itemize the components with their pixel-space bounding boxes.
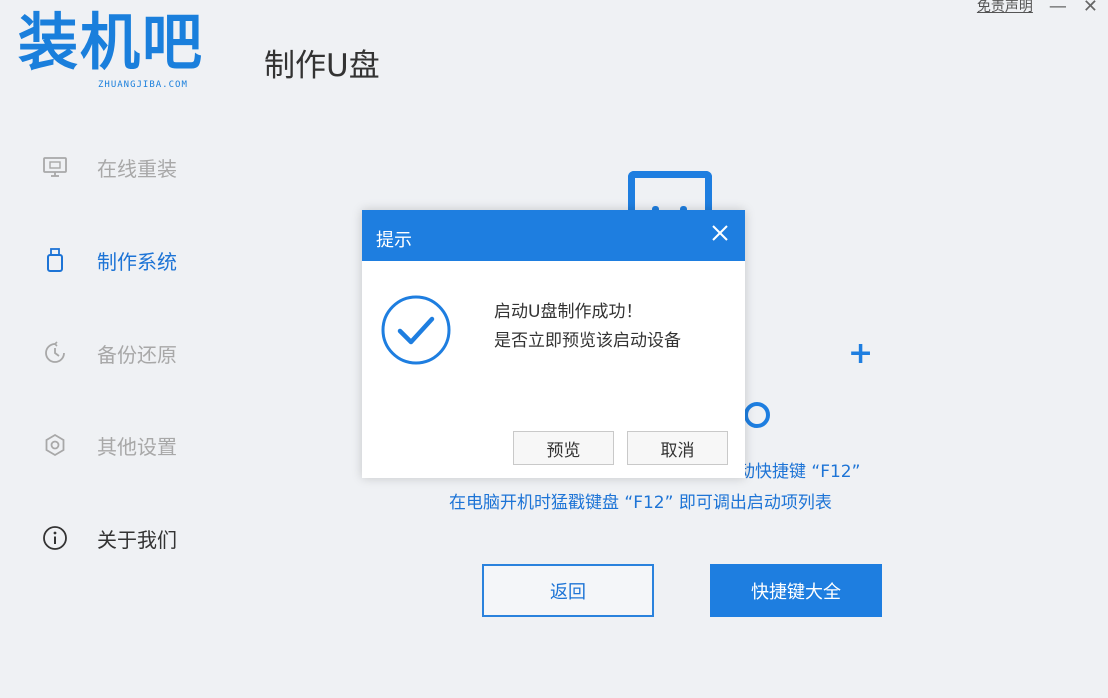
page-title: 制作U盘 (264, 48, 380, 84)
minimize-button[interactable]: — (1049, 0, 1067, 16)
sidebar-item-about-us[interactable]: 关于我们 (40, 518, 220, 558)
dialog-body: 启动U盘制作成功！ 是否立即预览该启动设备 预览 取消 (362, 261, 745, 478)
sidebar-item-label: 其他设置 (97, 434, 177, 459)
sidebar-item-label: 在线重装 (97, 156, 177, 181)
check-circle-icon (380, 294, 452, 366)
monitor-icon (40, 152, 70, 182)
ring-decoration-icon (744, 402, 770, 428)
sidebar-item-label: 备份还原 (97, 342, 177, 367)
window-controls: 免责声明 — ✕ (977, 0, 1098, 18)
close-icon[interactable] (709, 222, 731, 244)
preview-button[interactable]: 预览 (513, 431, 614, 465)
success-dialog: 提示 启动U盘制作成功！ 是否立即预览该启动设备 预览 取消 (362, 210, 745, 478)
hotkey-hint-line2: 在电脑开机时猛戳键盘 “F12” 即可调出启动项列表 (449, 493, 832, 513)
dialog-header: 提示 (362, 210, 745, 261)
dialog-message-line1: 启动U盘制作成功！ (494, 302, 643, 322)
disclaimer-link[interactable]: 免责声明 (977, 0, 1033, 14)
sidebar-item-backup-restore[interactable]: 备份还原 (40, 333, 220, 373)
gear-icon (40, 430, 70, 460)
sidebar-item-online-reinstall[interactable]: 在线重装 (40, 147, 220, 187)
hotkeys-list-button[interactable]: 快捷键大全 (710, 564, 882, 617)
dialog-title: 提示 (376, 230, 412, 251)
hotkey-hint-line1: 动快捷键 “F12” (738, 462, 861, 482)
logo-subtext: ZHUANGJIBA.COM (98, 80, 188, 90)
app-window: 装机吧 ZHUANGJIBA.COM 制作U盘 免责声明 — ✕ 在线重装 制作… (0, 0, 1108, 698)
dialog-message-line2: 是否立即预览该启动设备 (494, 331, 681, 351)
sidebar-item-label: 关于我们 (97, 527, 177, 552)
backup-icon (40, 338, 70, 368)
plus-decoration-icon: + (848, 336, 874, 371)
sidebar-item-other-settings[interactable]: 其他设置 (40, 425, 220, 465)
usb-drive-icon (40, 245, 70, 275)
sidebar-item-label: 制作系统 (97, 249, 177, 274)
sidebar-item-make-system[interactable]: 制作系统 (40, 240, 220, 280)
info-icon (40, 523, 70, 553)
close-window-button[interactable]: ✕ (1083, 0, 1098, 16)
back-button[interactable]: 返回 (482, 564, 654, 617)
cancel-button[interactable]: 取消 (627, 431, 728, 465)
brand-logo: 装机吧 ZHUANGJIBA.COM (18, 7, 228, 92)
logo-text: 装机吧 (18, 7, 204, 79)
